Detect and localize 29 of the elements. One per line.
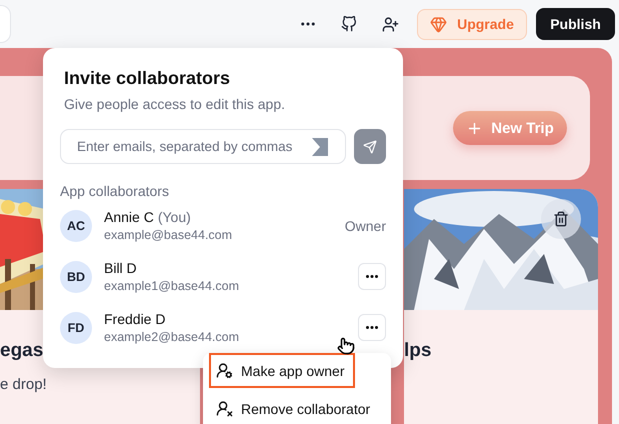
avatar: BD: [60, 260, 92, 292]
collaborator-email: example2@base44.com: [104, 330, 240, 344]
user-x-icon: [216, 400, 233, 417]
avatar: FD: [60, 312, 92, 344]
gem-icon: [430, 16, 448, 32]
search-field[interactable]: [0, 5, 11, 43]
menu-item[interactable]: Make app owner: [209, 353, 355, 388]
send-button[interactable]: [354, 129, 386, 164]
user-gear-icon: [216, 362, 233, 379]
trip-description: e drop!: [0, 376, 48, 393]
popover-subtitle: Give people access to edit this app.: [63, 95, 286, 114]
section-label: App collaborators: [60, 182, 170, 200]
collaborator-name: Freddie D: [104, 311, 166, 327]
collaborator-name: Bill D: [104, 260, 137, 276]
send-icon: [363, 140, 377, 154]
more-button[interactable]: [358, 314, 386, 341]
more-button[interactable]: [358, 263, 386, 290]
popover-title: Invite collaborators: [63, 67, 232, 90]
role-label: Owner: [344, 218, 386, 234]
you-label: (You): [158, 209, 191, 225]
avatar: AC: [60, 210, 92, 242]
publish-button[interactable]: Publish: [536, 8, 615, 40]
collaborator-email: example@base44.com: [104, 228, 234, 242]
more-icon: [366, 275, 378, 278]
trip-title: lps: [404, 339, 432, 363]
collaborator-email: example1@base44.com: [104, 279, 240, 293]
more-icon: [366, 326, 378, 329]
email-field[interactable]: Enter emails, separated by commas: [60, 129, 346, 164]
collaborator-name: Annie C: [104, 209, 154, 225]
